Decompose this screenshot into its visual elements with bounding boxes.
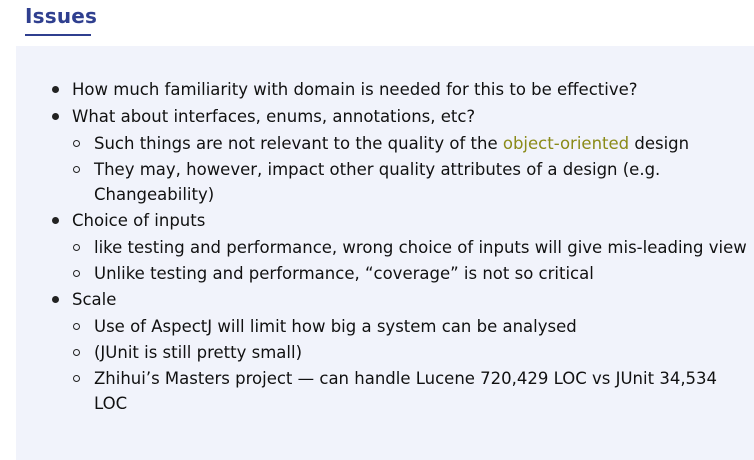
slide-header: Issues <box>0 0 754 44</box>
sub-bullet-circle-icon <box>73 244 80 251</box>
bullet-text: Scale <box>72 290 117 309</box>
slide: Issues How much familiarity with domain … <box>0 0 754 460</box>
title-underline <box>25 34 91 36</box>
sub-bullet-text: Use of AspectJ will limit how big a syst… <box>94 317 577 336</box>
bullet-dot-icon <box>52 113 59 120</box>
sub-bullet-text: like testing and performance, wrong choi… <box>94 238 747 257</box>
sub-bullet-item: (JUnit is still pretty small) <box>70 340 748 365</box>
sub-bullet-text: Unlike testing and performance, “coverag… <box>94 264 594 283</box>
slide-title: Issues <box>25 4 98 28</box>
sub-bullet-circle-icon <box>73 349 80 356</box>
sub-bullet-text-tail: design <box>629 134 690 153</box>
bullet-item: How much familiarity with domain is need… <box>48 77 748 102</box>
bullet-dot-icon <box>52 217 59 224</box>
bullet-dot-icon <box>52 296 59 303</box>
sub-bullet-circle-icon <box>73 323 80 330</box>
sub-bullet-item: Use of AspectJ will limit how big a syst… <box>70 314 748 339</box>
sub-bullet-item: Unlike testing and performance, “coverag… <box>70 261 748 286</box>
sub-bullet-circle-icon <box>73 166 80 173</box>
sub-bullet-text: Zhihui’s Masters project — can handle Lu… <box>94 369 718 413</box>
sub-bullet-text: Such things are not relevant to the qual… <box>94 134 503 153</box>
sub-bullet-circle-icon <box>73 375 80 382</box>
bullet-item: What about interfaces, enums, annotation… <box>48 104 748 129</box>
sub-bullet-item: like testing and performance, wrong choi… <box>70 235 748 260</box>
sub-bullet-item: Such things are not relevant to the qual… <box>70 131 748 156</box>
bullet-list: How much familiarity with domain is need… <box>48 77 748 417</box>
bullet-item: Scale <box>48 287 748 312</box>
highlighted-term: object-oriented <box>502 134 630 153</box>
bullet-text: What about interfaces, enums, annotation… <box>72 107 476 126</box>
bullet-item: Choice of inputs <box>48 208 748 233</box>
sub-bullet-text: (JUnit is still pretty small) <box>94 343 303 362</box>
sub-bullet-text: They may, however, impact other quality … <box>94 160 661 204</box>
sub-bullet-item: Zhihui’s Masters project — can handle Lu… <box>70 366 748 416</box>
bullet-dot-icon <box>52 86 59 93</box>
sub-bullet-circle-icon <box>73 270 80 277</box>
bullet-text: Choice of inputs <box>72 211 206 230</box>
bullet-text: How much familiarity with domain is need… <box>72 80 638 99</box>
sub-bullet-item: They may, however, impact other quality … <box>70 157 748 207</box>
sub-bullet-circle-icon <box>73 140 80 147</box>
